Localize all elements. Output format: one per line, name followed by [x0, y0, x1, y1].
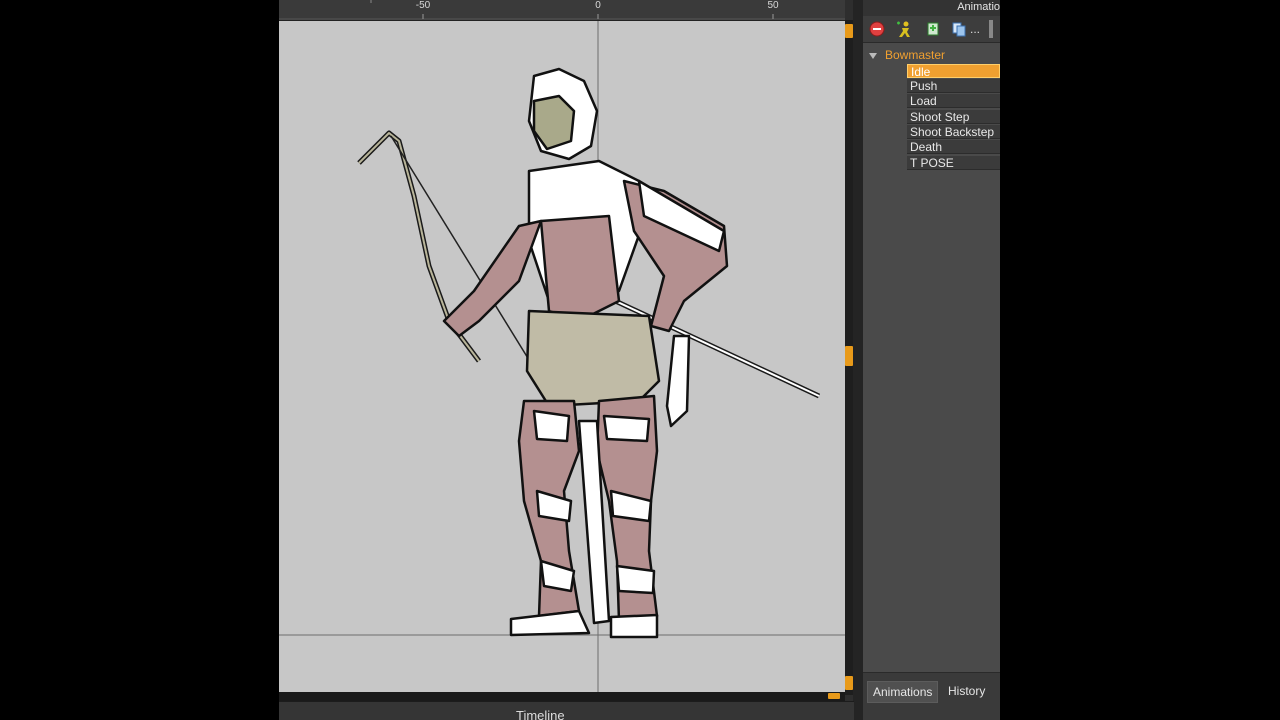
- animation-toolbar: ...: [863, 16, 1000, 43]
- scroll-thumb[interactable]: [845, 346, 853, 366]
- remove-icon: [869, 21, 885, 37]
- animation-item-load[interactable]: Load: [907, 94, 1000, 108]
- character-sprite: [357, 67, 821, 639]
- app-window: -50 0 50 Animatio ... Bowmaster Idle Pus…: [279, 0, 1000, 720]
- animation-canvas[interactable]: [279, 21, 845, 692]
- ruler-tick-label: 0: [595, 0, 601, 11]
- duplicate-animation-button[interactable]: [949, 19, 969, 39]
- panel-header: Animatio: [863, 0, 1000, 16]
- tree-root-label: Bowmaster: [885, 48, 946, 62]
- duplicate-icon: [952, 22, 966, 37]
- animation-item-shoot-backstep[interactable]: Shoot Backstep: [907, 125, 1000, 139]
- timeline-bar[interactable]: Timeline: [279, 701, 854, 720]
- horizontal-ruler: -50 0 50: [279, 0, 845, 21]
- panel-tab-bar: Animations History: [863, 672, 1000, 720]
- ruler-tick-label: 50: [767, 0, 779, 11]
- more-icon: ...: [969, 22, 980, 36]
- add-animation-button[interactable]: [923, 19, 943, 39]
- animation-item-shoot-step[interactable]: Shoot Step: [907, 110, 1000, 124]
- scroll-top-marker[interactable]: [845, 24, 853, 38]
- timeline-label: Timeline: [516, 708, 565, 720]
- remove-animation-button[interactable]: [867, 19, 887, 39]
- panel-title: Animatio: [957, 1, 1000, 13]
- toolbar-divider: [989, 20, 993, 38]
- tab-history[interactable]: History: [943, 681, 990, 701]
- vertical-scrollbar[interactable]: [845, 20, 853, 695]
- animation-item-death[interactable]: Death: [907, 140, 1000, 154]
- ruler-tick-label: -50: [415, 0, 431, 11]
- tab-animations[interactable]: Animations: [867, 681, 939, 703]
- horizontal-scrollbar[interactable]: [279, 692, 845, 701]
- panel-splitter[interactable]: [853, 0, 863, 720]
- animation-item-idle[interactable]: Idle: [907, 64, 1000, 79]
- more-options-button[interactable]: ...: [968, 19, 982, 39]
- new-animation-icon: [897, 21, 910, 37]
- add-animation-icon: [927, 22, 939, 36]
- tree-root-bowmaster[interactable]: Bowmaster: [869, 48, 945, 62]
- new-animation-button[interactable]: [895, 19, 915, 39]
- hscroll-marker[interactable]: [828, 693, 840, 699]
- expand-caret-icon[interactable]: [869, 52, 877, 59]
- animation-item-t-pose[interactable]: T POSE: [907, 156, 1000, 170]
- animations-panel: Animatio ... Bowmaster Idle Push Load Sh…: [863, 0, 1000, 720]
- scroll-bottom-marker[interactable]: [845, 676, 853, 690]
- animation-item-push[interactable]: Push: [907, 79, 1000, 93]
